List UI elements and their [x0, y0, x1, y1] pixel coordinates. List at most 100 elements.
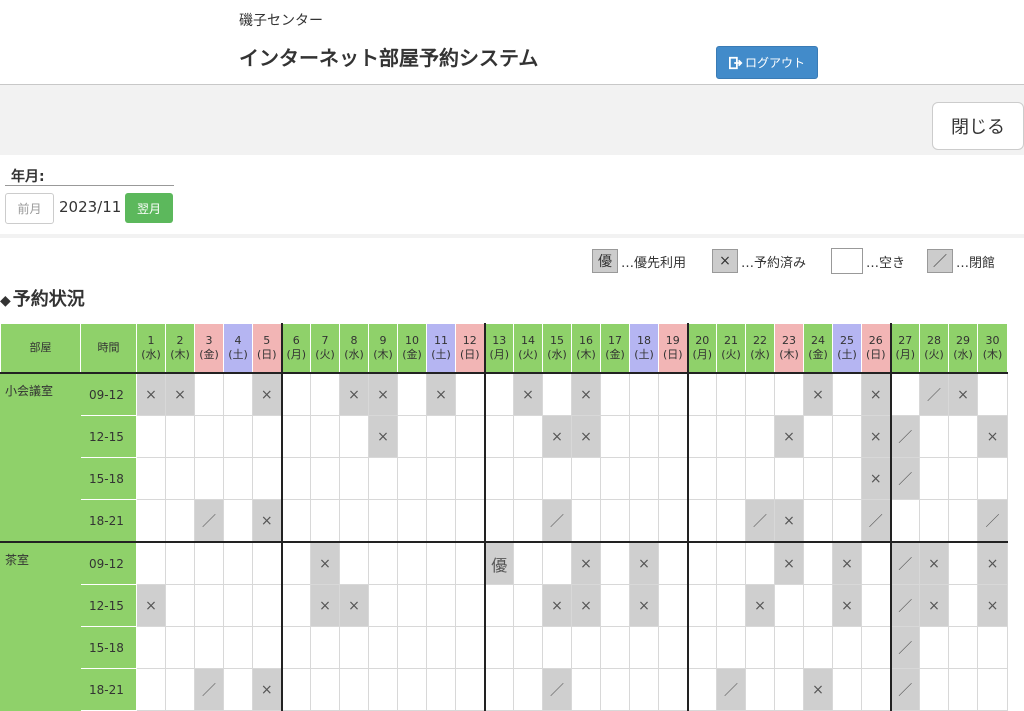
vacant-cell[interactable] — [339, 541, 369, 585]
vacant-cell[interactable] — [716, 541, 746, 585]
vacant-cell[interactable] — [861, 584, 891, 627]
vacant-cell[interactable] — [774, 372, 804, 416]
vacant-cell[interactable] — [948, 457, 978, 500]
vacant-cell[interactable] — [803, 499, 833, 543]
vacant-cell[interactable] — [803, 415, 833, 458]
vacant-cell[interactable] — [600, 457, 630, 500]
vacant-cell[interactable] — [600, 668, 630, 711]
vacant-cell[interactable] — [455, 457, 485, 500]
vacant-cell[interactable] — [223, 541, 253, 585]
vacant-cell[interactable] — [658, 415, 688, 458]
vacant-cell[interactable] — [658, 541, 688, 585]
vacant-cell[interactable] — [861, 541, 891, 585]
vacant-cell[interactable] — [686, 584, 717, 627]
vacant-cell[interactable] — [136, 457, 166, 500]
vacant-cell[interactable] — [136, 626, 166, 669]
vacant-cell[interactable] — [629, 668, 659, 711]
vacant-cell[interactable] — [513, 457, 543, 500]
vacant-cell[interactable] — [368, 457, 398, 500]
vacant-cell[interactable] — [223, 626, 253, 669]
vacant-cell[interactable] — [803, 626, 833, 669]
vacant-cell[interactable] — [716, 626, 746, 669]
vacant-cell[interactable] — [397, 499, 427, 543]
vacant-cell[interactable] — [483, 372, 514, 416]
vacant-cell[interactable] — [455, 372, 485, 416]
vacant-cell[interactable] — [455, 668, 485, 711]
vacant-cell[interactable] — [513, 415, 543, 458]
vacant-cell[interactable] — [919, 499, 949, 543]
vacant-cell[interactable] — [339, 499, 369, 543]
vacant-cell[interactable] — [629, 372, 659, 416]
vacant-cell[interactable] — [455, 499, 485, 543]
vacant-cell[interactable] — [658, 499, 688, 543]
vacant-cell[interactable] — [745, 372, 775, 416]
vacant-cell[interactable] — [832, 415, 862, 458]
vacant-cell[interactable] — [832, 372, 862, 416]
vacant-cell[interactable] — [339, 415, 369, 458]
vacant-cell[interactable] — [658, 372, 688, 416]
vacant-cell[interactable] — [252, 626, 282, 669]
next-month-button[interactable]: 翌月 — [125, 193, 173, 223]
vacant-cell[interactable] — [165, 668, 195, 711]
vacant-cell[interactable] — [426, 541, 456, 585]
vacant-cell[interactable] — [513, 499, 543, 543]
vacant-cell[interactable] — [919, 415, 949, 458]
vacant-cell[interactable] — [686, 372, 717, 416]
vacant-cell[interactable] — [977, 668, 1008, 711]
vacant-cell[interactable] — [716, 415, 746, 458]
vacant-cell[interactable] — [977, 457, 1008, 500]
vacant-cell[interactable] — [542, 372, 572, 416]
vacant-cell[interactable] — [629, 457, 659, 500]
vacant-cell[interactable] — [977, 372, 1008, 416]
vacant-cell[interactable] — [136, 415, 166, 458]
vacant-cell[interactable] — [310, 372, 340, 416]
vacant-cell[interactable] — [686, 499, 717, 543]
vacant-cell[interactable] — [600, 626, 630, 669]
vacant-cell[interactable] — [542, 541, 572, 585]
vacant-cell[interactable] — [426, 668, 456, 711]
vacant-cell[interactable] — [745, 457, 775, 500]
vacant-cell[interactable] — [686, 626, 717, 669]
vacant-cell[interactable] — [948, 541, 978, 585]
vacant-cell[interactable] — [194, 541, 224, 585]
vacant-cell[interactable] — [165, 541, 195, 585]
vacant-cell[interactable] — [194, 415, 224, 458]
vacant-cell[interactable] — [310, 415, 340, 458]
vacant-cell[interactable] — [339, 668, 369, 711]
vacant-cell[interactable] — [686, 541, 717, 585]
vacant-cell[interactable] — [223, 668, 253, 711]
vacant-cell[interactable] — [310, 668, 340, 711]
vacant-cell[interactable] — [426, 626, 456, 669]
vacant-cell[interactable] — [165, 499, 195, 543]
vacant-cell[interactable] — [832, 626, 862, 669]
vacant-cell[interactable] — [223, 457, 253, 500]
vacant-cell[interactable] — [600, 372, 630, 416]
vacant-cell[interactable] — [165, 415, 195, 458]
vacant-cell[interactable] — [223, 499, 253, 543]
vacant-cell[interactable] — [483, 415, 514, 458]
vacant-cell[interactable] — [716, 584, 746, 627]
vacant-cell[interactable] — [368, 626, 398, 669]
vacant-cell[interactable] — [803, 457, 833, 500]
vacant-cell[interactable] — [832, 499, 862, 543]
vacant-cell[interactable] — [426, 499, 456, 543]
vacant-cell[interactable] — [280, 457, 311, 500]
vacant-cell[interactable] — [483, 499, 514, 543]
vacant-cell[interactable] — [919, 626, 949, 669]
vacant-cell[interactable] — [745, 415, 775, 458]
vacant-cell[interactable] — [889, 499, 920, 543]
vacant-cell[interactable] — [194, 372, 224, 416]
vacant-cell[interactable] — [280, 584, 311, 627]
vacant-cell[interactable] — [280, 372, 311, 416]
vacant-cell[interactable] — [745, 668, 775, 711]
vacant-cell[interactable] — [223, 415, 253, 458]
vacant-cell[interactable] — [455, 626, 485, 669]
vacant-cell[interactable] — [774, 457, 804, 500]
vacant-cell[interactable] — [832, 668, 862, 711]
vacant-cell[interactable] — [165, 584, 195, 627]
vacant-cell[interactable] — [165, 626, 195, 669]
vacant-cell[interactable] — [889, 372, 920, 416]
vacant-cell[interactable] — [397, 372, 427, 416]
vacant-cell[interactable] — [919, 668, 949, 711]
vacant-cell[interactable] — [977, 626, 1008, 669]
